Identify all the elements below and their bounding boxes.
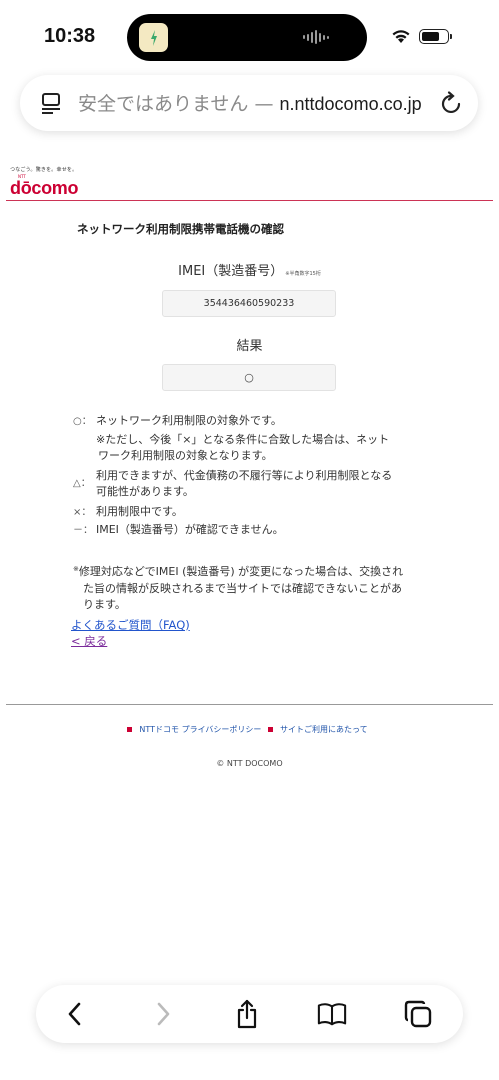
forward-icon[interactable]	[148, 999, 178, 1029]
security-warning: 安全ではありません —	[78, 93, 280, 115]
faq-link[interactable]: よくあるご質問（FAQ)	[71, 617, 190, 633]
legend-item-triangle: △： 利用できますが、代金債務の不履行等により利用制限となる 可能性があります。	[73, 468, 392, 498]
legend-text: IMEI（製造番号）が確認できません。	[96, 523, 284, 536]
footnote-text: た旨の情報が反映されるまで当サイトでは確認できないことがあ	[83, 581, 402, 595]
audio-waveform-icon	[303, 30, 329, 44]
bullet-icon	[127, 727, 133, 732]
page-menu-icon[interactable]	[39, 91, 63, 119]
footer-links: NTTドコモ プライバシーポリシー サイトご利用にあたって	[0, 724, 499, 735]
dynamic-island[interactable]	[127, 14, 367, 61]
browser-toolbar	[36, 985, 463, 1043]
reload-icon[interactable]	[440, 90, 464, 120]
address-bar[interactable]: 安全ではありません — n.nttdocomo.co.jp	[20, 75, 478, 131]
share-icon[interactable]	[232, 999, 262, 1029]
imei-label: IMEI（製造番号）	[178, 264, 284, 279]
site-terms-link[interactable]: サイトご利用にあたって	[280, 725, 368, 734]
url-domain: n.nttdocomo.co.jp	[279, 94, 422, 114]
legend-text: ワーク利用制限の対象となります。	[98, 449, 273, 462]
page-title: ネットワーク利用制限携帯電話機の確認	[77, 222, 284, 236]
footnote-text: 修理対応などでIMEI (製造番号) が変更になった場合は、交換され	[78, 565, 404, 578]
footer-divider	[6, 704, 493, 705]
status-time: 10:38	[44, 25, 96, 47]
result-label: 結果	[236, 339, 263, 354]
wifi-icon	[391, 28, 411, 48]
legend-item-ok: ○： ネットワーク利用制限の対象外です。	[73, 413, 282, 430]
url-text[interactable]: 安全ではありません — n.nttdocomo.co.jp	[78, 91, 423, 117]
docomo-logo[interactable]: dōcomo	[10, 178, 79, 199]
legend-symbol: －：	[73, 525, 93, 536]
footnote: ※修理対応などでIMEI (製造番号) が変更になった場合は、交換され た旨の情…	[73, 561, 433, 614]
tabs-icon[interactable]	[403, 999, 433, 1029]
brand-tagline: つなごう。驚きを。幸せを。	[10, 167, 78, 173]
legend-text: 可能性があります。	[96, 485, 194, 498]
imei-value-field: 354436460590233	[162, 290, 336, 317]
voice-memo-app-icon	[139, 23, 168, 52]
legend-text: ネットワーク利用制限の対象外です。	[96, 414, 282, 427]
legend-symbol: ○：	[73, 416, 92, 427]
back-link[interactable]: < 戻る	[71, 633, 107, 649]
legend-item-dash: －： IMEI（製造番号）が確認できません。	[73, 522, 284, 539]
imei-label-row: IMEI（製造番号） ※半角数字15桁	[0, 260, 499, 279]
bullet-icon	[267, 727, 273, 732]
battery-icon	[419, 29, 452, 44]
imei-note: ※半角数字15桁	[285, 271, 321, 277]
legend-item-note: ※ただし、今後「×」となる条件に合致した場合は、ネット ワーク利用制限の対象とな…	[73, 432, 389, 462]
bookmarks-icon[interactable]	[317, 999, 347, 1029]
privacy-policy-link[interactable]: NTTドコモ プライバシーポリシー	[139, 725, 261, 734]
legend-item-cross: ×： 利用制限中です。	[73, 504, 183, 521]
header-divider	[6, 200, 493, 201]
copyright: © NTT DOCOMO	[216, 759, 283, 768]
legend-text: 利用制限中です。	[96, 505, 183, 518]
result-value-field: ○	[162, 364, 336, 391]
legend-text: ※ただし、今後「×」となる条件に合致した場合は、ネット	[96, 433, 390, 446]
legend-symbol: △：	[73, 478, 91, 489]
footnote-text: ります。	[83, 598, 126, 611]
legend-symbol: ×：	[73, 507, 92, 518]
legend-text: 利用できますが、代金債務の不履行等により利用制限となる	[96, 469, 393, 482]
back-icon[interactable]	[60, 999, 90, 1029]
